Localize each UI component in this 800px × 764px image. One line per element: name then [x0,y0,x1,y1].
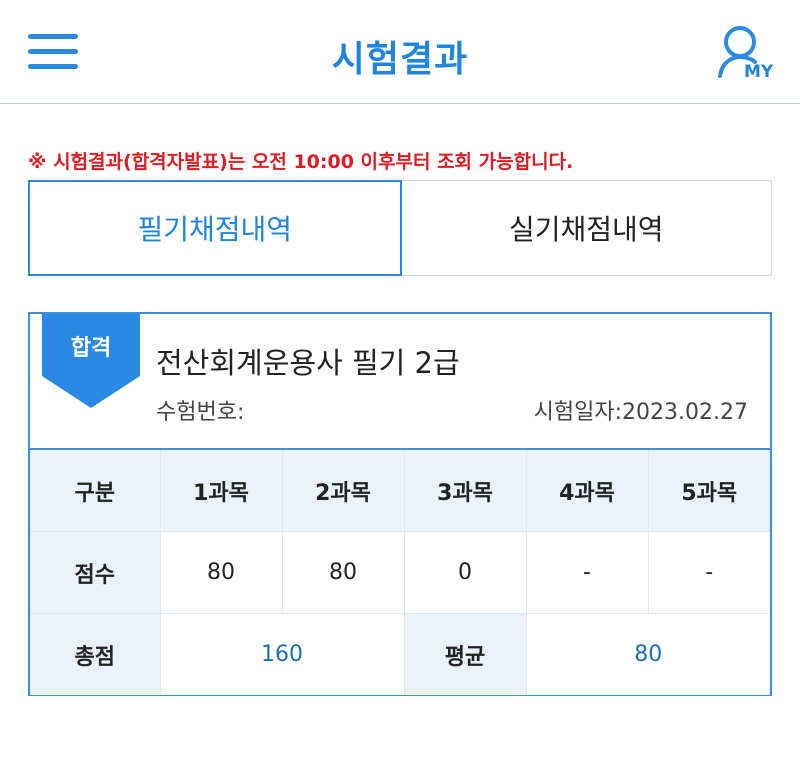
header-cell-subject-2: 2과목 [281,450,405,532]
tab-written-scoring[interactable]: 필기채점내역 [28,180,402,276]
header-cell-category: 구분 [30,450,161,532]
tab-practical-scoring[interactable]: 실기채점내역 [401,180,772,276]
app-header: 시험결과 MY [0,0,800,104]
result-card: 합격 전산회계운용사 필기 2급 수험번호: 시험일자:2023.02.27 구… [28,312,772,696]
total-label: 총점 [30,613,161,695]
exam-number: 수험번호: [156,400,245,425]
header-cell-subject-4: 4과목 [525,450,649,532]
score-label: 점수 [30,531,161,614]
my-label: MY [744,62,774,82]
result-tabs: 필기채점내역 실기채점내역 [28,180,772,276]
score-table: 구분 1과목 2과목 3과목 4과목 5과목 점수 80 80 0 - - 총점… [30,450,770,695]
score-subject-5: - [647,531,770,614]
average-label: 평균 [403,613,527,695]
score-row: 점수 80 80 0 - - [30,531,770,614]
score-subject-1: 80 [159,531,283,614]
header-cell-subject-3: 3과목 [403,450,527,532]
pass-badge-label: 합격 [70,336,112,361]
header-cell-subject-1: 1과목 [159,450,283,532]
header-cell-subject-5: 5과목 [647,450,770,532]
pass-badge: 합격 [42,314,140,408]
my-page-button[interactable]: MY [714,24,780,84]
exam-date: 시험일자:2023.02.27 [533,400,748,425]
total-value: 160 [159,613,405,695]
score-subject-3: 0 [403,531,527,614]
score-subject-2: 80 [281,531,405,614]
result-card-header: 합격 전산회계운용사 필기 2급 수험번호: 시험일자:2023.02.27 [30,314,770,450]
average-value: 80 [525,613,770,695]
table-header-row: 구분 1과목 2과목 3과목 4과목 5과목 [30,450,770,532]
summary-row: 총점 160 평균 80 [30,613,770,695]
page-title: 시험결과 [331,39,469,80]
notice-text: ※ 시험결과(합격자발표)는 오전 10:00 이후부터 조회 가능합니다. [28,151,574,173]
exam-name: 전산회계운용사 필기 2급 [156,346,460,380]
score-subject-4: - [525,531,649,614]
